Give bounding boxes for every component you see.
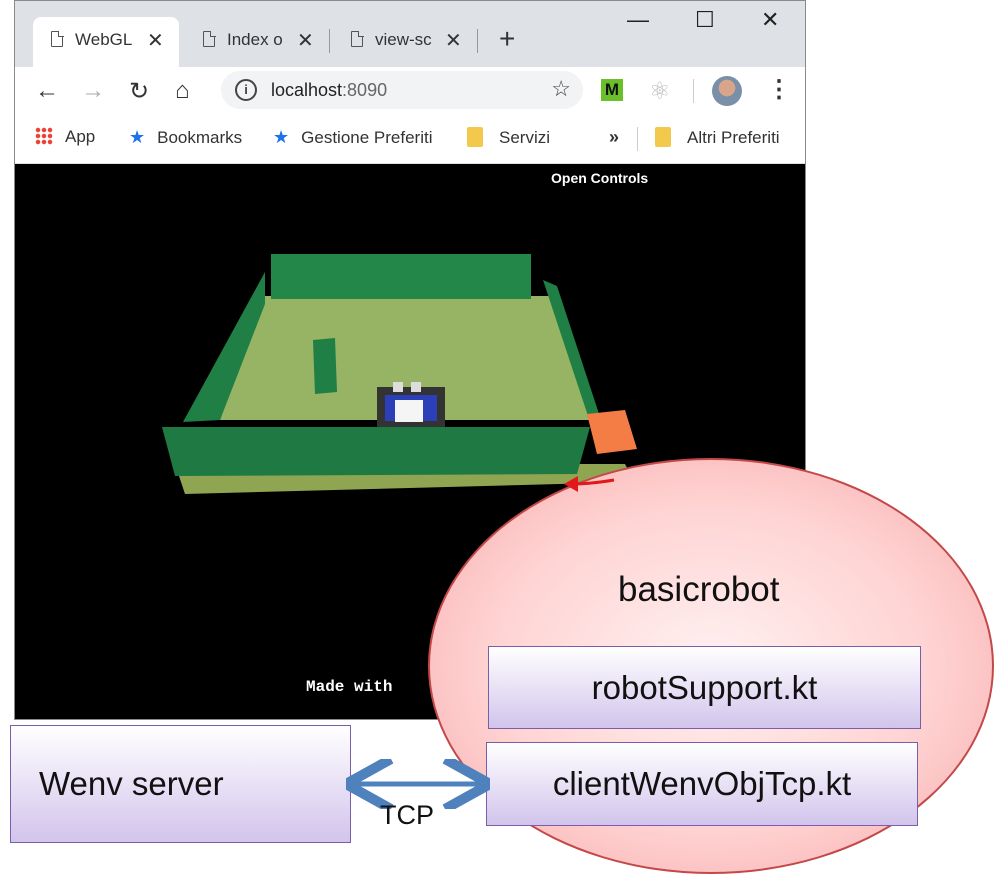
red-arrowhead [564, 476, 578, 492]
diagram-arrows [0, 476, 615, 883]
red-arrow [571, 478, 615, 486]
tcp-label: TCP [380, 800, 434, 830]
